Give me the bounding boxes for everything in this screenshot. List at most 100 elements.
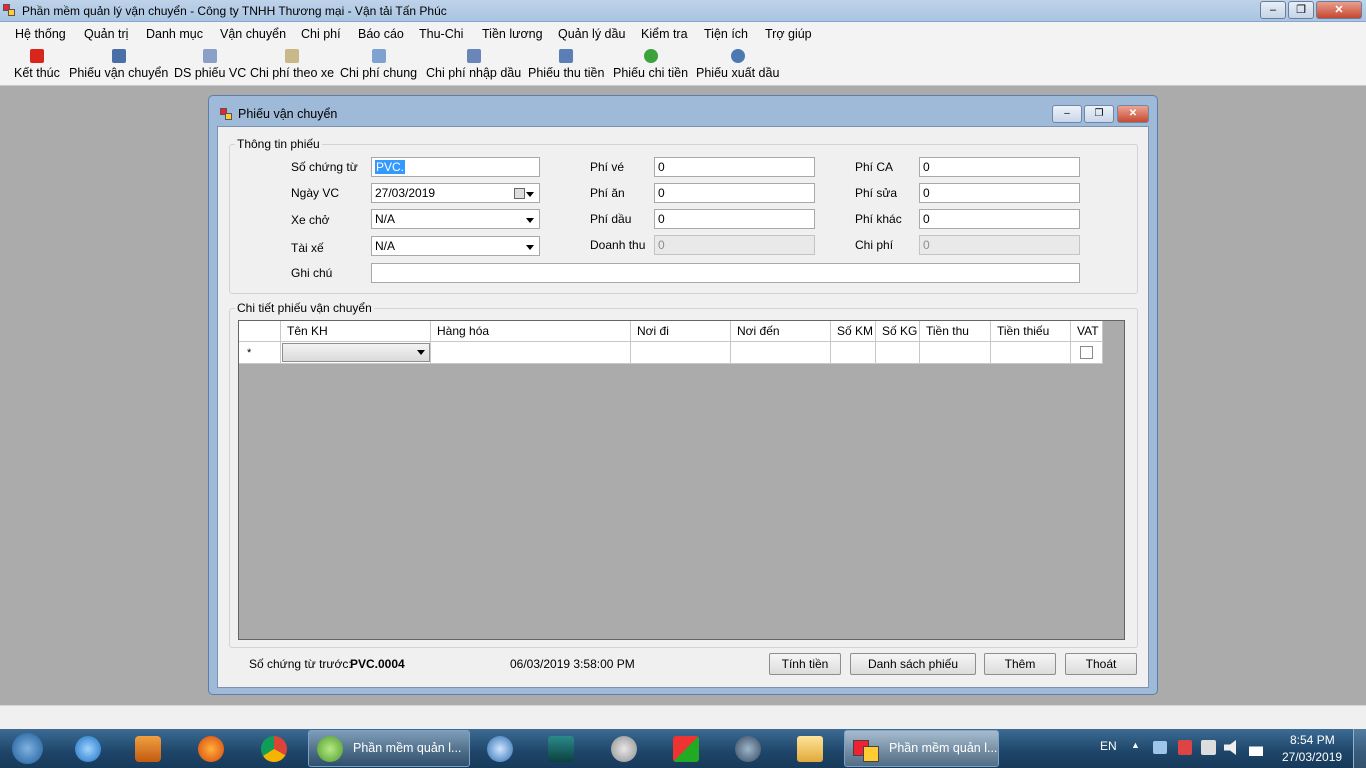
show-desktop-button[interactable]: [1353, 729, 1366, 768]
menu-tro-giup[interactable]: Trợ giúp: [765, 27, 812, 41]
menu-thu-chi[interactable]: Thu-Chi: [419, 27, 463, 41]
column-header[interactable]: Tên KH: [281, 321, 431, 342]
menu-quan-tri[interactable]: Quản trị: [84, 27, 128, 41]
network-icon[interactable]: [1201, 740, 1216, 755]
taskbar-app-chart[interactable]: [660, 731, 710, 767]
taskbar-task-1[interactable]: Phần mềm quản l...: [308, 730, 470, 767]
toolbar-phieu-xuat-dau[interactable]: Phiếu xuất dầu: [696, 49, 779, 85]
vat-checkbox[interactable]: [1080, 346, 1093, 359]
toolbar-chi-phi-theo-xe[interactable]: Chi phí theo xe: [250, 49, 334, 85]
taskbar-chrome[interactable]: [248, 731, 298, 767]
menu-kiem-tra[interactable]: Kiểm tra: [641, 27, 688, 41]
phi-ca-input[interactable]: 0: [919, 157, 1080, 177]
prev-doc-timestamp: 06/03/2019 3:58:00 PM: [510, 657, 635, 671]
taskbar-media-player[interactable]: [122, 731, 172, 767]
column-header[interactable]: Tiền thiếu: [991, 321, 1071, 342]
column-header[interactable]: Nơi đi: [631, 321, 731, 342]
so-kg-cell[interactable]: [876, 342, 920, 364]
tai-xe-select[interactable]: N/A: [371, 236, 540, 256]
taskbar-ie[interactable]: [62, 731, 112, 767]
taskbar-app-media[interactable]: [535, 731, 585, 767]
phi-ve-input[interactable]: 0: [654, 157, 815, 177]
so-chung-tu-value: PVC.: [375, 160, 406, 174]
ten-kh-combobox[interactable]: [282, 343, 430, 362]
clock-date[interactable]: 27/03/2019: [1282, 750, 1342, 764]
toolbar-phieu-van-chuyen[interactable]: Phiếu vận chuyển: [69, 49, 168, 85]
ngay-vc-value: 27/03/2019: [375, 186, 436, 200]
chevron-down-icon[interactable]: [526, 192, 534, 197]
dropbox-icon[interactable]: [1153, 741, 1167, 754]
menu-tien-ich[interactable]: Tiện ích: [704, 27, 748, 41]
menu-danh-muc[interactable]: Danh mục: [146, 27, 203, 41]
calendar-icon[interactable]: [514, 188, 525, 199]
tai-xe-value: N/A: [375, 239, 396, 253]
menu-van-chuyen[interactable]: Vận chuyển: [220, 27, 286, 41]
tray-alert-icon[interactable]: [1178, 740, 1192, 755]
close-button[interactable]: ✕: [1316, 1, 1362, 19]
taskbar-task-2-active[interactable]: Phần mềm quản l...: [844, 730, 999, 767]
toolbar-ds-phieu-vc[interactable]: DS phiếu VC: [174, 49, 246, 85]
clock-time[interactable]: 8:54 PM: [1290, 733, 1335, 747]
chi-phi-input: 0: [919, 235, 1080, 255]
chevron-down-icon: [526, 218, 534, 223]
volume-icon[interactable]: [1224, 740, 1236, 755]
column-header[interactable]: Tiền thu: [920, 321, 991, 342]
danh-sach-phieu-button[interactable]: Danh sách phiếu: [850, 653, 976, 675]
column-header[interactable]: Hàng hóa: [431, 321, 631, 342]
tray-expand-icon[interactable]: ▲: [1131, 740, 1140, 750]
form-close-button[interactable]: ✕: [1117, 105, 1149, 123]
phi-dau-input[interactable]: 0: [654, 209, 815, 229]
menu-tien-luong[interactable]: Tiền lương: [482, 27, 543, 41]
maximize-button[interactable]: ❐: [1288, 1, 1314, 19]
xe-cho-select[interactable]: N/A: [371, 209, 540, 229]
title-bar: Phần mềm quản lý vận chuyển - Công ty TN…: [0, 0, 1366, 22]
power-icon: [29, 49, 44, 63]
phi-khac-input[interactable]: 0: [919, 209, 1080, 229]
taskbar-explorer[interactable]: [784, 731, 834, 767]
column-header[interactable]: VAT: [1071, 321, 1103, 342]
toolbar-chi-phi-chung[interactable]: Chi phí chung: [340, 49, 417, 85]
them-button[interactable]: Thêm: [984, 653, 1056, 675]
tinh-tien-button[interactable]: Tính tiền: [769, 653, 841, 675]
taskbar-app-blue[interactable]: [474, 731, 524, 767]
thoat-button[interactable]: Thoát: [1065, 653, 1137, 675]
toolbar-ket-thuc[interactable]: Kết thúc: [14, 49, 60, 85]
menu-he-thong[interactable]: Hệ thống: [15, 27, 66, 41]
toolbar-phieu-chi-tien[interactable]: Phiếu chi tiền: [613, 49, 688, 85]
ten-kh-cell[interactable]: [281, 342, 431, 364]
internet-explorer-icon: [75, 736, 101, 762]
label-phi-dau: Phí dầu: [590, 212, 632, 226]
phi-an-input[interactable]: 0: [654, 183, 815, 203]
noi-di-cell[interactable]: [631, 342, 731, 364]
taskbar-app-gear[interactable]: [598, 731, 648, 767]
noi-den-cell[interactable]: [731, 342, 831, 364]
taskbar-firefox[interactable]: [185, 731, 235, 767]
detail-grid[interactable]: Tên KH Hàng hóa Nơi đi Nơi đến Số KM Số …: [238, 320, 1125, 640]
so-km-cell[interactable]: [831, 342, 876, 364]
ngay-vc-datepicker[interactable]: 27/03/2019: [371, 183, 540, 203]
minimize-button[interactable]: –: [1260, 1, 1286, 19]
taskbar-app-network[interactable]: [722, 731, 772, 767]
phi-sua-input[interactable]: 0: [919, 183, 1080, 203]
column-header[interactable]: Nơi đến: [731, 321, 831, 342]
menu-quan-ly-dau[interactable]: Quản lý dầu: [558, 27, 625, 41]
language-indicator[interactable]: EN: [1100, 739, 1117, 753]
toolbar-phieu-thu-tien[interactable]: Phiếu thu tiền: [528, 49, 604, 85]
ghi-chu-input[interactable]: [371, 263, 1080, 283]
column-header[interactable]: Số KM: [831, 321, 876, 342]
hang-hoa-cell[interactable]: [431, 342, 631, 364]
label-ngay-vc: Ngày VC: [291, 186, 340, 200]
toolbar-chi-phi-nhap-dau[interactable]: Chi phí nhập dầu: [426, 49, 521, 85]
app-blue-icon: [487, 736, 513, 762]
menu-bao-cao[interactable]: Báo cáo: [358, 27, 404, 41]
menu-chi-phi[interactable]: Chi phí: [301, 27, 341, 41]
label-xe-cho: Xe chở: [291, 213, 330, 227]
start-button[interactable]: [2, 729, 52, 768]
tien-thieu-cell[interactable]: [991, 342, 1071, 364]
form-maximize-button[interactable]: ❐: [1084, 105, 1114, 123]
column-header[interactable]: Số KG: [876, 321, 920, 342]
form-minimize-button[interactable]: –: [1052, 105, 1082, 123]
tien-thu-cell[interactable]: [920, 342, 991, 364]
signal-icon[interactable]: [1249, 740, 1263, 756]
so-chung-tu-input[interactable]: PVC.: [371, 157, 540, 177]
